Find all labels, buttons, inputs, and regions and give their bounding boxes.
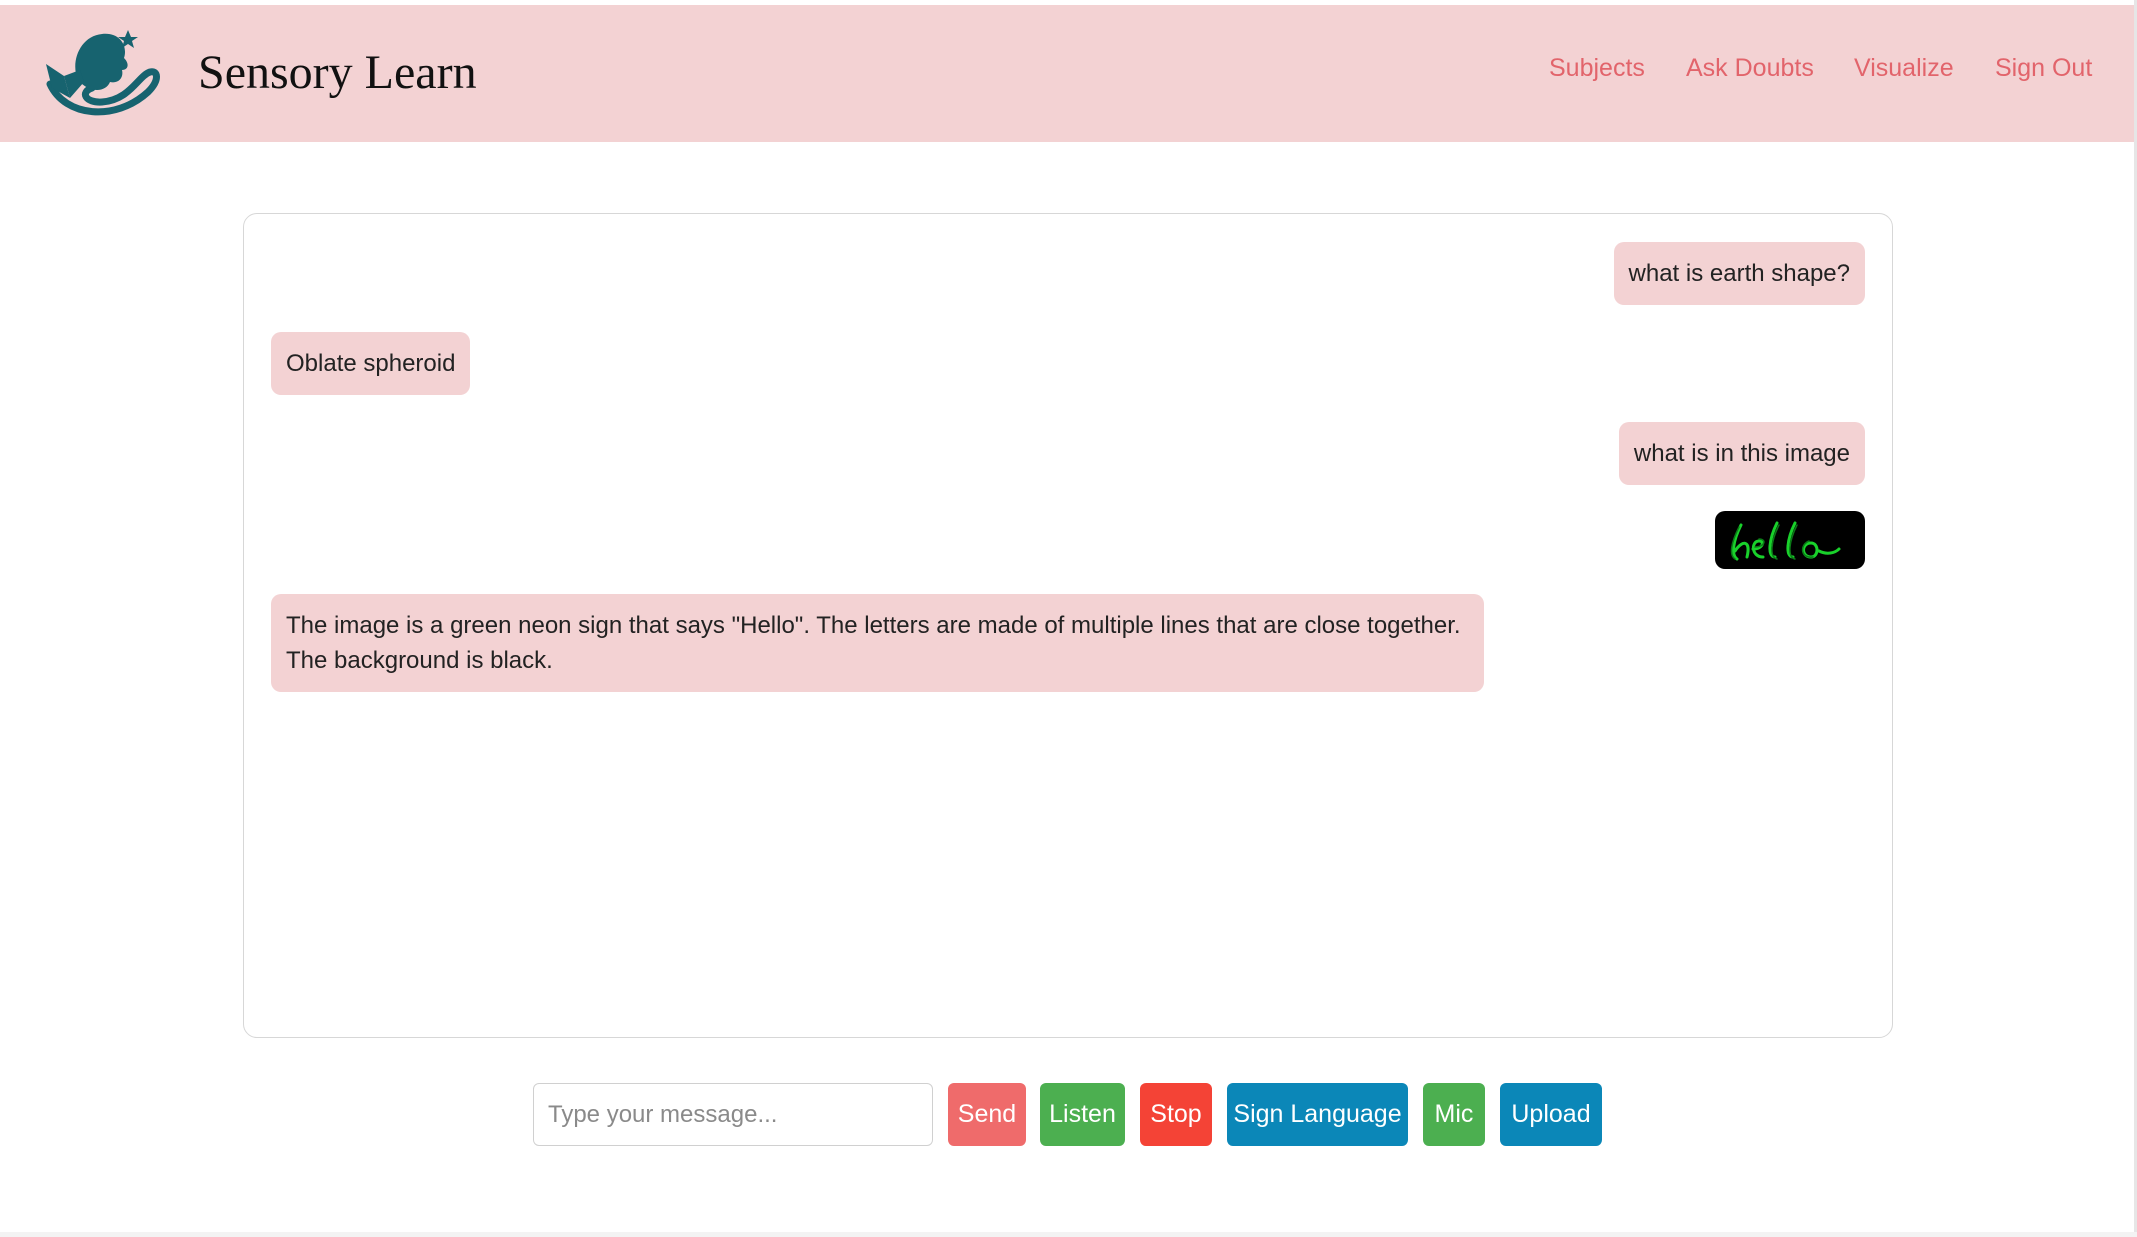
top-navbar: Sensory Learn Subjects Ask Doubts Visual… <box>0 5 2134 142</box>
user-message: what is earth shape? <box>1613 242 1865 305</box>
bot-message: Oblate spheroid <box>271 332 471 395</box>
nav-sign-out[interactable]: Sign Out <box>1995 51 2092 85</box>
uploaded-image[interactable]: hello <box>1715 511 1865 569</box>
brand-title[interactable]: Sensory Learn <box>198 43 477 103</box>
stop-button[interactable]: Stop <box>1140 1083 1212 1146</box>
window-bottom-edge <box>0 1232 2137 1237</box>
chat-window[interactable]: what is earth shape? Oblate spheroid wha… <box>243 213 1893 1038</box>
upload-button[interactable]: Upload <box>1500 1083 1602 1146</box>
send-button[interactable]: Send <box>948 1083 1026 1146</box>
hello-neon-image: hello <box>1730 521 1841 568</box>
nav-subjects[interactable]: Subjects <box>1549 51 1645 85</box>
image-caption: hello <box>1788 566 1793 568</box>
bot-message: The image is a green neon sign that says… <box>271 594 1484 692</box>
sign-language-button[interactable]: Sign Language <box>1227 1083 1408 1146</box>
message-input[interactable] <box>533 1083 933 1146</box>
nav-visualize[interactable]: Visualize <box>1854 51 1954 85</box>
mic-button[interactable]: Mic <box>1423 1083 1485 1146</box>
nav-ask-doubts[interactable]: Ask Doubts <box>1686 51 1814 85</box>
logo-icon[interactable] <box>40 22 168 122</box>
user-message: what is in this image <box>1618 422 1865 485</box>
listen-button[interactable]: Listen <box>1040 1083 1125 1146</box>
